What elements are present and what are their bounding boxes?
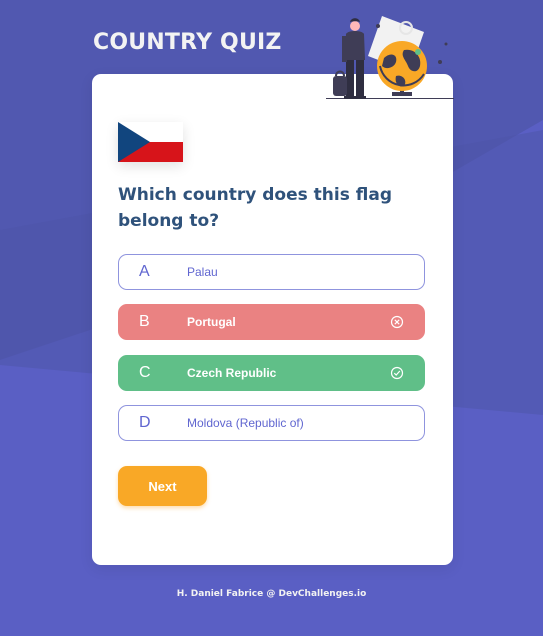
check-circle-icon [390, 366, 404, 380]
option-text: Moldova (Republic of) [187, 416, 304, 430]
answer-option-d[interactable]: D Moldova (Republic of) [118, 405, 425, 441]
option-letter: D [139, 414, 151, 431]
option-letter: B [139, 313, 150, 330]
question-text: Which country does this flag belong to? [118, 185, 393, 231]
answer-option-a[interactable]: A Palau [118, 254, 425, 290]
app-title: COUNTRY QUIZ [93, 30, 282, 55]
option-letter: C [139, 364, 151, 381]
czech-republic-flag-icon [118, 122, 183, 162]
next-button[interactable]: Next [118, 466, 207, 506]
option-text: Czech Republic [187, 366, 277, 380]
option-text: Palau [187, 265, 218, 279]
answer-option-b[interactable]: B Portugal [118, 304, 425, 340]
option-letter: A [139, 263, 150, 280]
footer-credit: H. Daniel Fabrice @ DevChallenges.io [176, 589, 367, 599]
quiz-card: Which country does this flag belong to? … [92, 74, 453, 565]
answer-option-c[interactable]: C Czech Republic [118, 355, 425, 391]
x-circle-icon [390, 315, 404, 329]
traveler-globe-illustration [326, 16, 454, 99]
option-text: Portugal [187, 315, 236, 329]
